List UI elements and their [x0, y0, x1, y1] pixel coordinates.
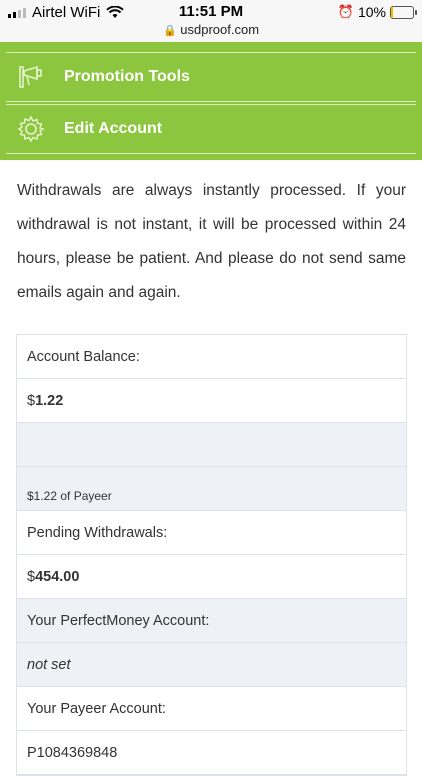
balance-currency: $: [27, 392, 36, 409]
perfectmoney-label-row: Your PerfectMoney Account:: [17, 599, 406, 643]
balance-value-row: $1.22: [17, 379, 406, 423]
battery-fill: [391, 6, 394, 18]
pending-value: 454.00: [35, 568, 80, 585]
pending-label: Pending Withdrawals:: [27, 524, 168, 541]
payeer-label: Your Payeer Account:: [27, 700, 166, 717]
payeer-balance-row: $1.22 of Payeer: [17, 467, 406, 511]
account-menu: Promotion Tools Edit Account: [0, 42, 422, 160]
balance-value: 1.22: [35, 392, 64, 409]
payeer-value: P1084369848: [27, 744, 118, 761]
pending-label-row: Pending Withdrawals:: [17, 511, 406, 555]
alarm-icon: ⏰: [337, 4, 354, 19]
empty-row: [17, 423, 406, 467]
balance-label: Account Balance:: [27, 348, 140, 365]
menu-item-promotion-tools[interactable]: Promotion Tools: [6, 52, 416, 102]
url-text: usdproof.com: [180, 22, 260, 37]
pending-currency: $: [27, 568, 36, 585]
perfectmoney-value-row: not set: [17, 643, 406, 687]
lock-icon: 🔒: [162, 25, 177, 37]
battery-percent: 10%: [357, 4, 386, 20]
battery-icon: [390, 5, 417, 19]
perfectmoney-label: Your PerfectMoney Account:: [27, 612, 210, 629]
payeer-label-row: Your Payeer Account:: [17, 687, 406, 731]
payeer-balance-note: $1.22 of Payeer: [27, 488, 112, 503]
withdrawal-notice: Withdrawals are always instantly process…: [17, 182, 406, 301]
gear-icon: [16, 114, 46, 144]
menu-item-label: Edit Account: [64, 120, 163, 137]
url-bar[interactable]: 🔒 usdproof.com: [0, 22, 422, 37]
payeer-value-row: P1084369848: [17, 731, 406, 775]
menu-item-edit-account[interactable]: Edit Account: [6, 104, 416, 154]
menu-item-label: Promotion Tools: [64, 68, 190, 85]
balance-label-row: Account Balance:: [17, 335, 406, 379]
perfectmoney-value: not set: [27, 656, 71, 673]
status-right: ⏰ 10%: [337, 4, 417, 20]
status-bar: Airtel WiFi 11:51 PM 🔒 usdproof.com ⏰ 10…: [0, 0, 422, 43]
pending-value-row: $454.00: [17, 555, 406, 599]
bullhorn-icon: [16, 62, 46, 92]
account-summary-table: Account Balance: $1.22 $1.22 of Payeer P…: [16, 334, 407, 776]
